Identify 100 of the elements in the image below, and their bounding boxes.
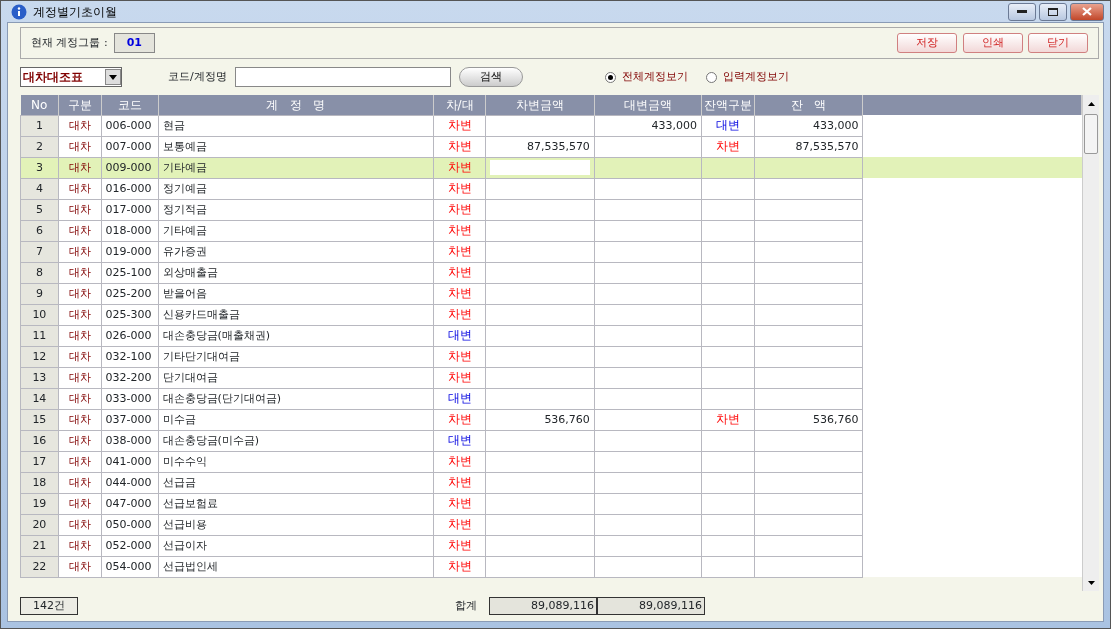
table-cell: 18 xyxy=(20,472,59,493)
table-row[interactable]: 5 대차 017-000 정기적금 차변 xyxy=(20,199,1082,220)
column-header: 잔 액 xyxy=(754,95,863,115)
scroll-down-icon[interactable] xyxy=(1087,580,1095,585)
minimize-icon xyxy=(1017,9,1027,14)
statement-dropdown[interactable]: 대차대조표 xyxy=(20,67,122,87)
table-cell: 선급비용 xyxy=(158,514,434,535)
column-header: 차/대 xyxy=(433,95,486,115)
table-row[interactable]: 10 대차 025-300 신용카드매출금 차변 xyxy=(20,304,1082,325)
table-cell: 선급보험료 xyxy=(158,493,434,514)
table-cell: 대손충당금(미수금) xyxy=(158,430,434,451)
scrollbar[interactable] xyxy=(1082,95,1099,591)
side-label: 대변 xyxy=(447,328,472,342)
side-label: 차변 xyxy=(447,412,472,426)
table-cell: 신용카드매출금 xyxy=(158,304,434,325)
table-cell: 정기예금 xyxy=(158,178,434,199)
side-label: 차변 xyxy=(447,496,472,510)
table-cell: 현금 xyxy=(158,115,434,136)
scroll-thumb[interactable] xyxy=(1084,114,1098,154)
minimize-button[interactable] xyxy=(1008,2,1036,21)
table-cell: 유가증권 xyxy=(158,241,434,262)
table-row[interactable]: 20 대차 050-000 선급비용 차변 xyxy=(20,514,1082,535)
table-row[interactable]: 1 대차 006-000 현금 차변 433,000 대변 433,000 xyxy=(20,115,1082,136)
side-label: 차변 xyxy=(716,139,740,153)
table-cell: 선급법인세 xyxy=(158,556,434,577)
side-label: 차변 xyxy=(447,538,472,552)
scroll-up-icon[interactable] xyxy=(1087,101,1095,106)
table-cell: 기타예금 xyxy=(158,157,434,178)
table-cell: 15 xyxy=(20,409,59,430)
column-header: 대변금액 xyxy=(594,95,702,115)
radio-button[interactable] xyxy=(604,71,616,83)
table-cell: 외상매출금 xyxy=(158,262,434,283)
table-cell: 1 xyxy=(20,115,59,136)
table-cell: 7 xyxy=(20,241,59,262)
table-cell: 선급금 xyxy=(158,472,434,493)
table-row[interactable]: 3 대차 009-000 기타예금 차변 xyxy=(20,157,1082,178)
table-row[interactable]: 6 대차 018-000 기타예금 차변 xyxy=(20,220,1082,241)
table-cell: 433,000 xyxy=(754,115,863,136)
table-row[interactable]: 4 대차 016-000 정기예금 차변 xyxy=(20,178,1082,199)
maximize-icon xyxy=(1048,7,1058,16)
side-label: 차변 xyxy=(447,118,472,132)
table-cell: 12 xyxy=(20,346,59,367)
column-header: 차변금액 xyxy=(485,95,595,115)
radio-label[interactable]: 입력계정보기 xyxy=(722,68,789,86)
side-label: 차변 xyxy=(447,349,472,363)
side-label: 차변 xyxy=(716,412,740,426)
table-cell: 19 xyxy=(20,493,59,514)
column-header: 잔액구분 xyxy=(701,95,755,115)
table-row[interactable]: 7 대차 019-000 유가증권 차변 xyxy=(20,241,1082,262)
side-label: 차변 xyxy=(447,370,472,384)
search-field[interactable] xyxy=(234,67,451,87)
info-icon xyxy=(11,3,27,20)
table-cell: 11 xyxy=(20,325,59,346)
side-label: 차변 xyxy=(447,223,472,237)
side-label: 차변 xyxy=(447,517,472,531)
table-row[interactable]: 14 대차 033-000 대손충당금(단기대여금) 대변 xyxy=(20,388,1082,409)
table-cell: 받을어음 xyxy=(158,283,434,304)
table-row[interactable]: 18 대차 044-000 선급금 차변 xyxy=(20,472,1082,493)
table-cell: 21 xyxy=(20,535,59,556)
group-label: 현재 계정그룹 : xyxy=(31,34,108,51)
table-cell: 기타단기대여금 xyxy=(158,346,434,367)
radio-label[interactable]: 전체계정보기 xyxy=(621,68,688,86)
table-row[interactable]: 9 대차 025-200 받을어음 차변 xyxy=(20,283,1082,304)
close-icon xyxy=(1082,7,1092,16)
table-cell: 20 xyxy=(20,514,59,535)
toolbar-button[interactable]: 닫기 xyxy=(1028,33,1088,53)
table-cell: 8 xyxy=(20,262,59,283)
amount-field[interactable] xyxy=(489,160,590,175)
table-cell: 16 xyxy=(20,430,59,451)
table-cell: 미수금 xyxy=(158,409,434,430)
group-value: 01 xyxy=(113,32,155,54)
side-label: 차변 xyxy=(447,244,472,258)
close-button[interactable] xyxy=(1070,2,1104,21)
side-label: 차변 xyxy=(447,160,472,174)
side-label: 차변 xyxy=(447,286,472,300)
table-row[interactable]: 17 대차 041-000 미수수익 차변 xyxy=(20,451,1082,472)
table-row[interactable]: 8 대차 025-100 외상매출금 차변 xyxy=(20,262,1082,283)
table-cell: 9 xyxy=(20,283,59,304)
toolbar-button[interactable]: 저장 xyxy=(897,33,957,53)
table-row[interactable]: 21 대차 052-000 선급이자 차변 xyxy=(20,535,1082,556)
table-row[interactable]: 16 대차 038-000 대손충당금(미수금) 대변 xyxy=(20,430,1082,451)
table-row[interactable]: 13 대차 032-200 단기대여금 차변 xyxy=(20,367,1082,388)
column-header: No xyxy=(20,95,59,115)
side-label: 차변 xyxy=(447,454,472,468)
table-row[interactable]: 19 대차 047-000 선급보험료 차변 xyxy=(20,493,1082,514)
radio-button[interactable] xyxy=(705,71,717,83)
table-cell: 정기적금 xyxy=(158,199,434,220)
side-label: 대변 xyxy=(447,391,472,405)
table-row[interactable]: 2 대차 007-000 보통예금 차변 87,535,570 차변 87,535,570 xyxy=(20,136,1082,157)
search-button[interactable]: 검색 xyxy=(458,67,523,87)
side-label: 차변 xyxy=(447,181,472,195)
table-row[interactable]: 12 대차 032-100 기타단기대여금 차변 xyxy=(20,346,1082,367)
table-row[interactable]: 22 대차 054-000 선급법인세 차변 xyxy=(20,556,1082,577)
toolbar-button[interactable]: 인쇄 xyxy=(962,33,1023,53)
table-cell: 5 xyxy=(20,199,59,220)
table-cell: 13 xyxy=(20,367,59,388)
table-row[interactable]: 11 대차 026-000 대손충당금(매출채권) 대변 xyxy=(20,325,1082,346)
side-label: 차변 xyxy=(447,559,472,573)
table-row[interactable]: 15 대차 037-000 미수금 차변 536,760 차변 536,760 xyxy=(20,409,1082,430)
maximize-button[interactable] xyxy=(1039,2,1067,21)
